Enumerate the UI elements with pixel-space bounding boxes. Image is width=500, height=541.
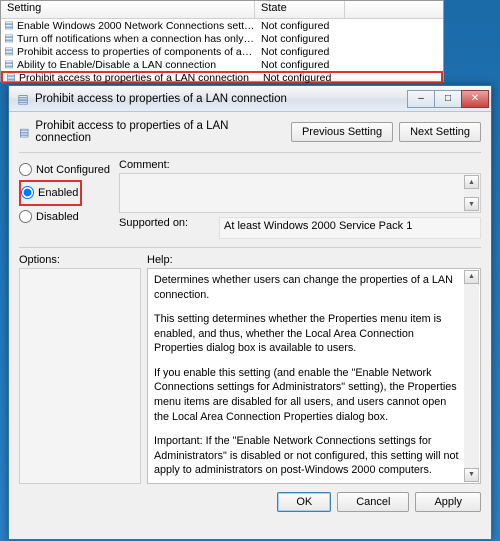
radio-enabled-input[interactable] [21, 186, 34, 199]
gpo-row[interactable]: ▤Enable Windows 2000 Network Connections… [1, 19, 443, 32]
gpo-list-header: Setting State [1, 1, 443, 19]
comment-textarea[interactable]: ▲ ▼ [119, 173, 481, 213]
radio-not-configured-input[interactable] [19, 163, 32, 176]
help-paragraph: Determines whether users can change the … [154, 273, 462, 302]
radio-enabled-label: Enabled [38, 187, 78, 199]
scroll-up-icon[interactable]: ▲ [464, 175, 479, 189]
policy-item-icon: ▤ [1, 46, 17, 57]
policy-item-icon: ▤ [3, 72, 19, 83]
dialog-footer: OK Cancel Apply [19, 492, 481, 512]
radio-disabled[interactable]: Disabled [19, 210, 111, 223]
options-box [19, 268, 141, 484]
gpo-row-state: Not configured [257, 72, 331, 84]
policy-icon: ▤ [15, 91, 31, 107]
gpo-row-setting: Ability to Enable/Disable a LAN connecti… [17, 59, 255, 71]
window-title: Prohibit access to properties of a LAN c… [35, 93, 408, 105]
gpo-row[interactable]: ▤Prohibit access to properties of compon… [1, 45, 443, 58]
minimize-button[interactable]: – [407, 90, 435, 108]
help-scrollbar[interactable]: ▲ ▼ [464, 270, 479, 482]
separator [19, 247, 481, 248]
help-textarea[interactable]: Determines whether users can change the … [147, 268, 481, 484]
help-paragraph: If you enable this setting (and enable t… [154, 366, 462, 424]
titlebar[interactable]: ▤ Prohibit access to properties of a LAN… [9, 86, 491, 112]
gpo-row-state: Not configured [255, 59, 329, 71]
help-label: Help: [147, 254, 481, 266]
comment-label: Comment: [119, 159, 481, 171]
gpo-row-state: Not configured [255, 20, 329, 32]
radio-enabled[interactable]: Enabled [21, 186, 78, 199]
gpo-row[interactable]: ▤Turn off notifications when a connectio… [1, 32, 443, 45]
gpo-row-setting: Prohibit access to properties of compone… [17, 46, 255, 58]
help-paragraph: This setting determines whether the Prop… [154, 312, 462, 356]
policy-header-title: Prohibit access to properties of a LAN c… [35, 120, 285, 144]
help-paragraph: Important: If the "Enable Network Connec… [154, 434, 462, 478]
policy-item-icon: ▤ [1, 33, 17, 44]
window-controls: – □ ✕ [408, 90, 489, 108]
gpo-row-state: Not configured [255, 46, 329, 58]
comment-scrollbar[interactable]: ▲ ▼ [464, 175, 479, 211]
scroll-down-icon[interactable]: ▼ [464, 197, 479, 211]
radio-disabled-label: Disabled [36, 211, 79, 223]
gpo-row[interactable]: ▤Prohibit access to properties of a LAN … [1, 71, 443, 84]
apply-button[interactable]: Apply [415, 492, 481, 512]
state-radios: Not Configured Enabled Disabled [19, 159, 111, 239]
policy-item-icon: ▤ [1, 59, 17, 70]
col-header-state[interactable]: State [255, 1, 345, 18]
separator [19, 152, 481, 153]
gpo-row-setting: Prohibit access to properties of a LAN c… [19, 72, 257, 84]
policy-icon: ▤ [19, 126, 29, 139]
gpo-row-setting: Enable Windows 2000 Network Connections … [17, 20, 255, 32]
gpo-row-state: Not configured [255, 33, 329, 45]
policy-item-icon: ▤ [1, 20, 17, 31]
close-button[interactable]: ✕ [461, 90, 489, 108]
scroll-down-icon[interactable]: ▼ [464, 468, 479, 482]
gpo-row[interactable]: ▤Ability to Enable/Disable a LAN connect… [1, 58, 443, 71]
cancel-button[interactable]: Cancel [337, 492, 409, 512]
policy-dialog: ▤ Prohibit access to properties of a LAN… [8, 85, 492, 540]
previous-setting-button[interactable]: Previous Setting [291, 122, 393, 142]
maximize-button[interactable]: □ [434, 90, 462, 108]
radio-not-configured[interactable]: Not Configured [19, 163, 111, 176]
radio-disabled-input[interactable] [19, 210, 32, 223]
radio-not-configured-label: Not Configured [36, 164, 110, 176]
gpo-row-setting: Turn off notifications when a connection… [17, 33, 255, 45]
supported-on-text: At least Windows 2000 Service Pack 1 [224, 220, 412, 232]
col-header-setting[interactable]: Setting [1, 1, 255, 18]
supported-on-label: Supported on: [119, 217, 211, 239]
gpo-list: Setting State ▤Enable Windows 2000 Netwo… [0, 0, 444, 82]
scroll-up-icon[interactable]: ▲ [464, 270, 479, 284]
ok-button[interactable]: OK [277, 492, 331, 512]
next-setting-button[interactable]: Next Setting [399, 122, 481, 142]
options-label: Options: [19, 254, 141, 266]
supported-on-value: At least Windows 2000 Service Pack 1 [219, 217, 481, 239]
